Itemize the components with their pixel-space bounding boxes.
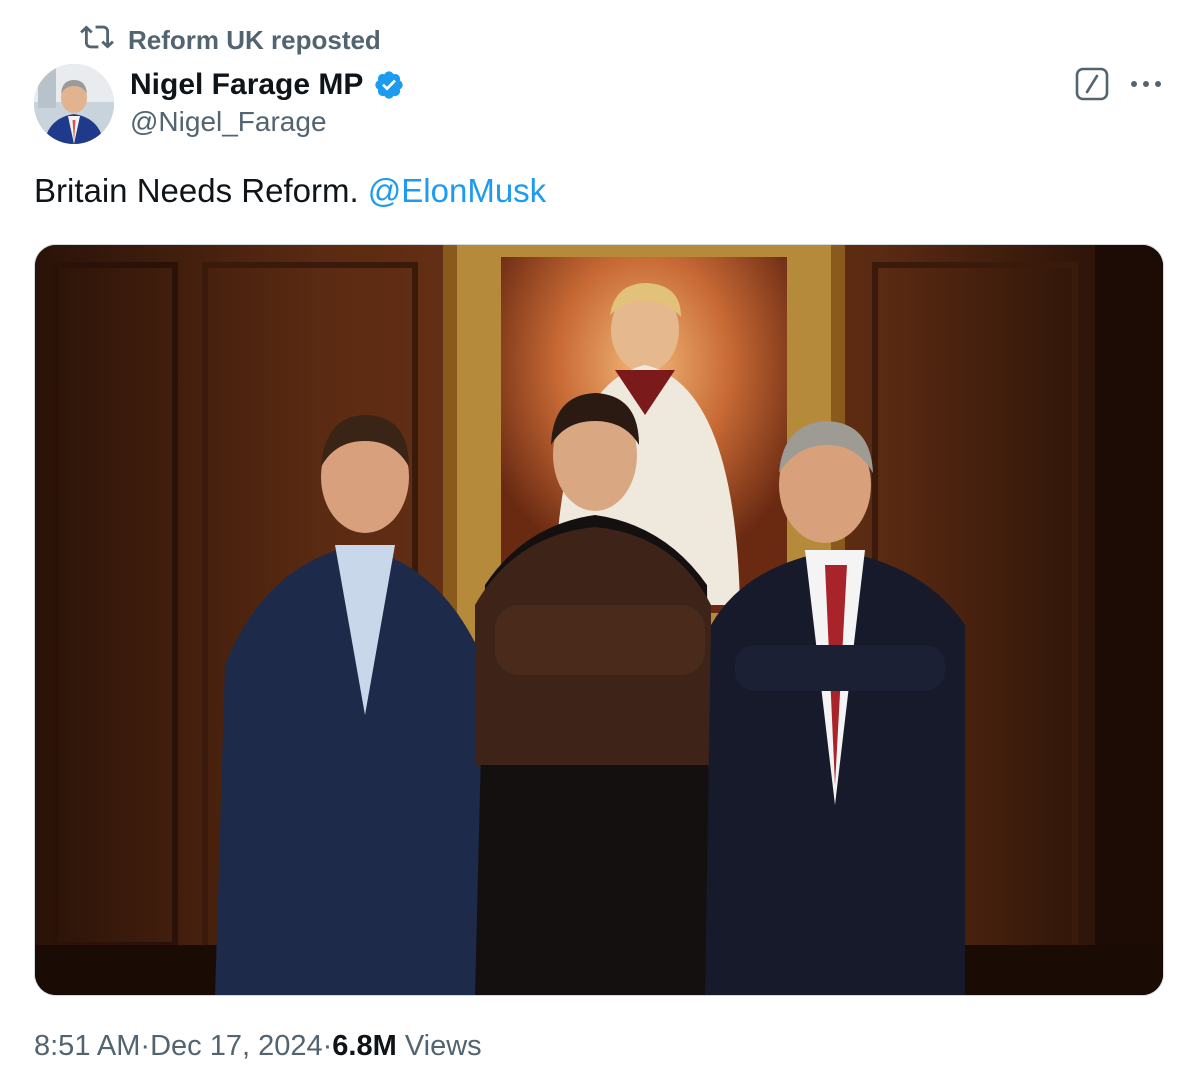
grok-button[interactable] bbox=[1074, 66, 1110, 102]
author-handle[interactable]: @Nigel_Farage bbox=[130, 106, 327, 138]
avatar[interactable] bbox=[34, 64, 114, 144]
repost-indicator[interactable]: Reform UK reposted bbox=[80, 22, 381, 58]
repost-label: Reform UK reposted bbox=[128, 24, 381, 55]
tweet-meta: 8:51 AM · Dec 17, 2024 · 6.8M Views bbox=[34, 1030, 482, 1063]
more-options-button[interactable] bbox=[1124, 66, 1168, 102]
author-display-name[interactable]: Nigel Farage MP bbox=[130, 68, 363, 102]
mention-link[interactable]: @ElonMusk bbox=[368, 172, 546, 209]
verified-badge-icon[interactable] bbox=[373, 69, 405, 101]
views-count[interactable]: 6.8M bbox=[332, 1030, 396, 1063]
tweet-body: Britain Needs Reform. bbox=[34, 172, 359, 209]
repost-icon bbox=[80, 20, 114, 61]
more-icon bbox=[1129, 79, 1163, 89]
meta-separator: · bbox=[322, 1030, 333, 1062]
views-label: Views bbox=[397, 1030, 482, 1063]
author-name-row[interactable]: Nigel Farage MP bbox=[130, 64, 405, 106]
views-label-text: Views bbox=[404, 1030, 482, 1062]
grok-icon bbox=[1074, 66, 1110, 102]
tweet-text: Britain Needs Reform. @ElonMusk bbox=[34, 172, 546, 210]
meta-separator: · bbox=[140, 1030, 151, 1062]
tweet-date[interactable]: Dec 17, 2024 bbox=[150, 1030, 323, 1063]
tweet-time[interactable]: 8:51 AM bbox=[34, 1030, 140, 1063]
tweet-photo[interactable] bbox=[34, 244, 1164, 996]
tweet-card[interactable]: Reform UK reposted Nigel Farage MP @Nige… bbox=[0, 0, 1200, 1090]
